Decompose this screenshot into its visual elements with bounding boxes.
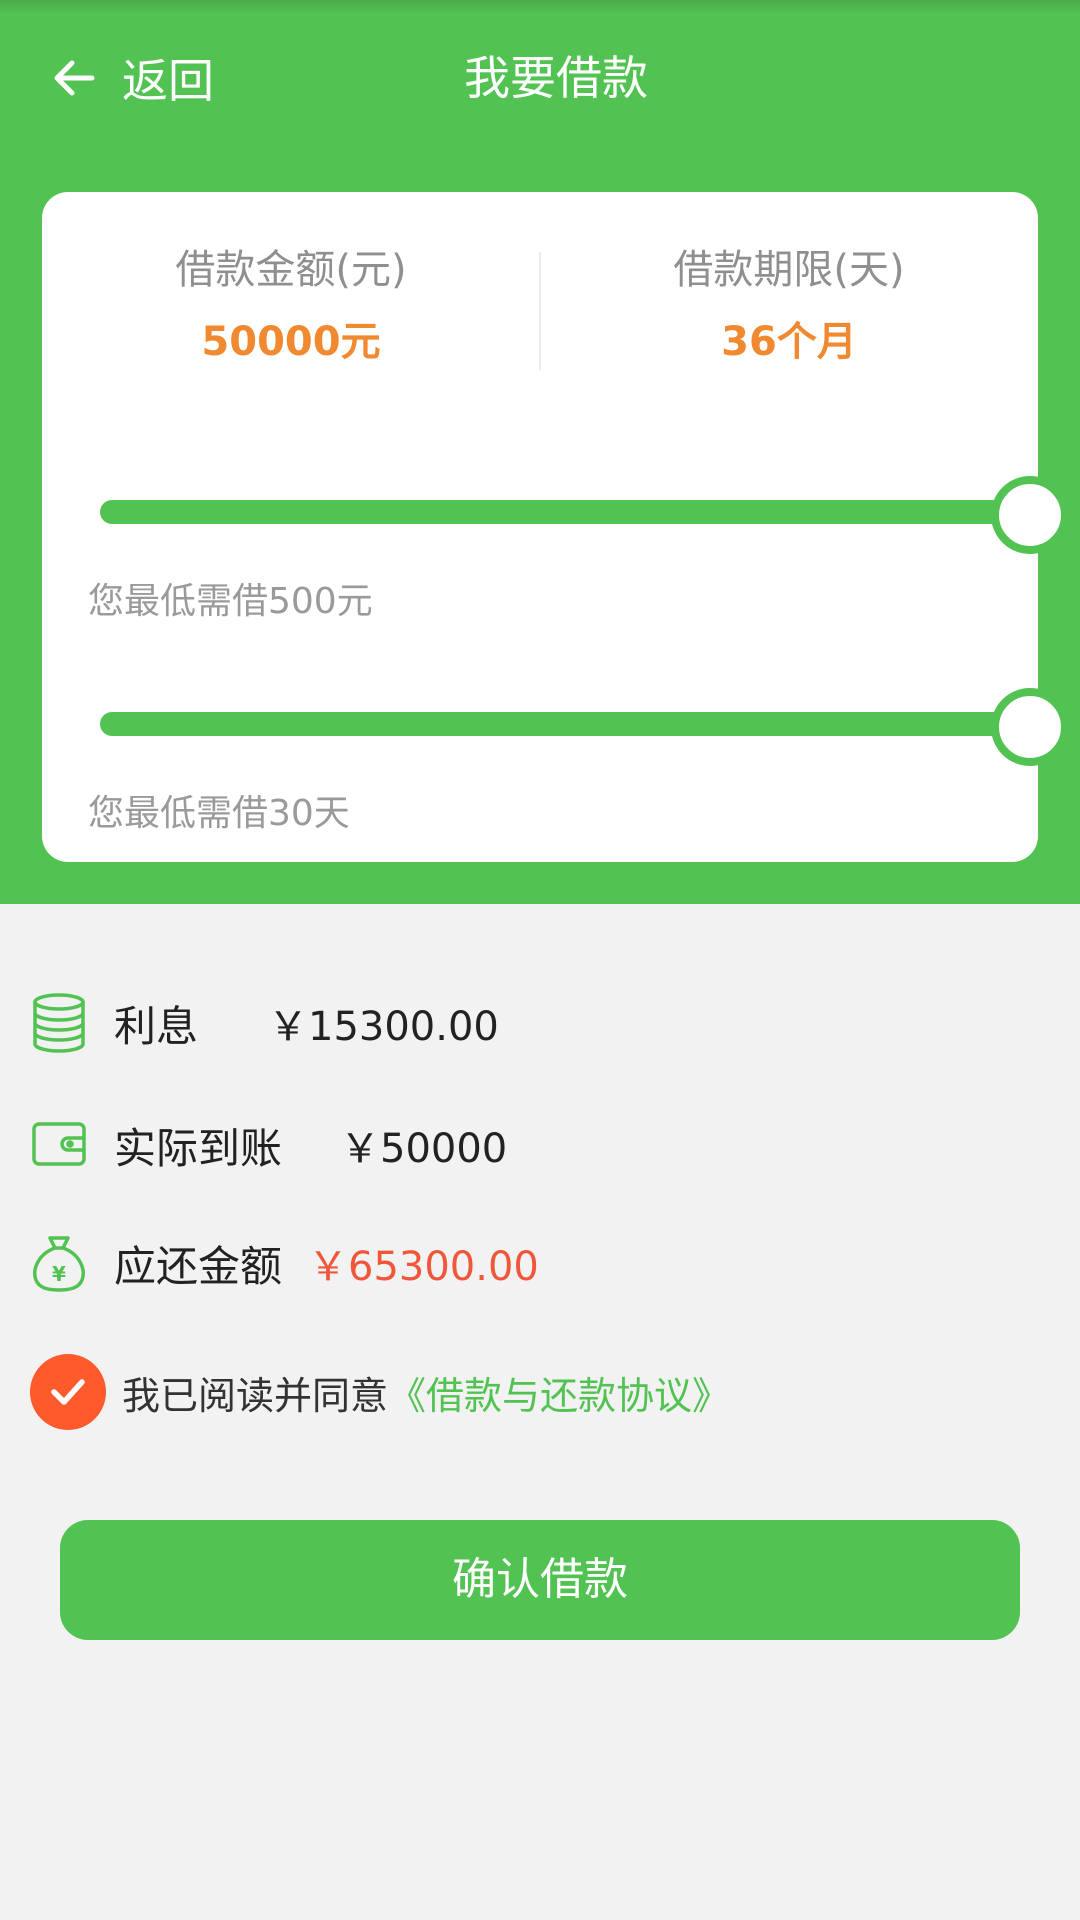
checkmark-icon xyxy=(51,1379,85,1405)
loan-amount-value: 50000元 xyxy=(201,319,381,365)
agreement-link[interactable]: 《借款与还款协议》 xyxy=(388,1365,730,1420)
coin-stack-icon xyxy=(33,993,85,1053)
confirm-loan-button[interactable]: 确认借款 xyxy=(60,1520,1020,1640)
term-min-hint: 您最低需借30天 xyxy=(88,793,350,834)
repay-value: ￥65300.00 xyxy=(308,1244,539,1290)
received-value: ￥50000 xyxy=(340,1126,508,1172)
loan-card: 借款金额(元) 50000元 借款期限(天) 36个月 您最低需借500元 您最… xyxy=(42,192,1069,862)
received-label: 实际到账 xyxy=(114,1123,283,1173)
loan-term-value: 36个月 xyxy=(721,319,857,365)
amount-min-hint: 您最低需借500元 xyxy=(88,581,373,622)
amount-slider[interactable] xyxy=(100,472,1069,554)
interest-label: 利息 xyxy=(114,1001,199,1051)
money-bag-icon: ¥ xyxy=(33,1236,85,1292)
term-slider-track xyxy=(100,712,1030,736)
received-row: 实际到账 ￥50000 xyxy=(30,1110,507,1180)
repay-row: ¥ 应还金额 ￥65300.00 xyxy=(30,1228,539,1298)
interest-row: 利息 ￥15300.00 xyxy=(30,988,499,1058)
amount-slider-thumb[interactable] xyxy=(991,476,1069,554)
agreement-checkbox[interactable] xyxy=(30,1354,106,1430)
term-slider[interactable] xyxy=(100,684,1069,766)
repay-label: 应还金额 xyxy=(114,1241,283,1291)
amount-slider-track xyxy=(100,500,1030,524)
agreement-row: 我已阅读并同意 《借款与还款协议》 xyxy=(30,1354,730,1430)
page-title: 我要借款 xyxy=(464,51,648,105)
term-slider-thumb[interactable] xyxy=(991,688,1069,766)
loan-term-stat: 借款期限(天) 36个月 xyxy=(540,242,1038,370)
loan-term-label: 借款期限(天) xyxy=(673,247,905,293)
agreement-text: 我已阅读并同意 xyxy=(122,1373,389,1418)
header-bar: 返回 我要借款 xyxy=(0,30,1080,126)
svg-text:¥: ¥ xyxy=(52,1262,66,1286)
interest-value: ￥15300.00 xyxy=(268,1004,499,1050)
loan-amount-label: 借款金额(元) xyxy=(175,247,407,293)
status-bar-shadow xyxy=(0,0,1080,14)
loan-amount-stat: 借款金额(元) 50000元 xyxy=(42,242,540,370)
wallet-icon xyxy=(32,1122,86,1166)
